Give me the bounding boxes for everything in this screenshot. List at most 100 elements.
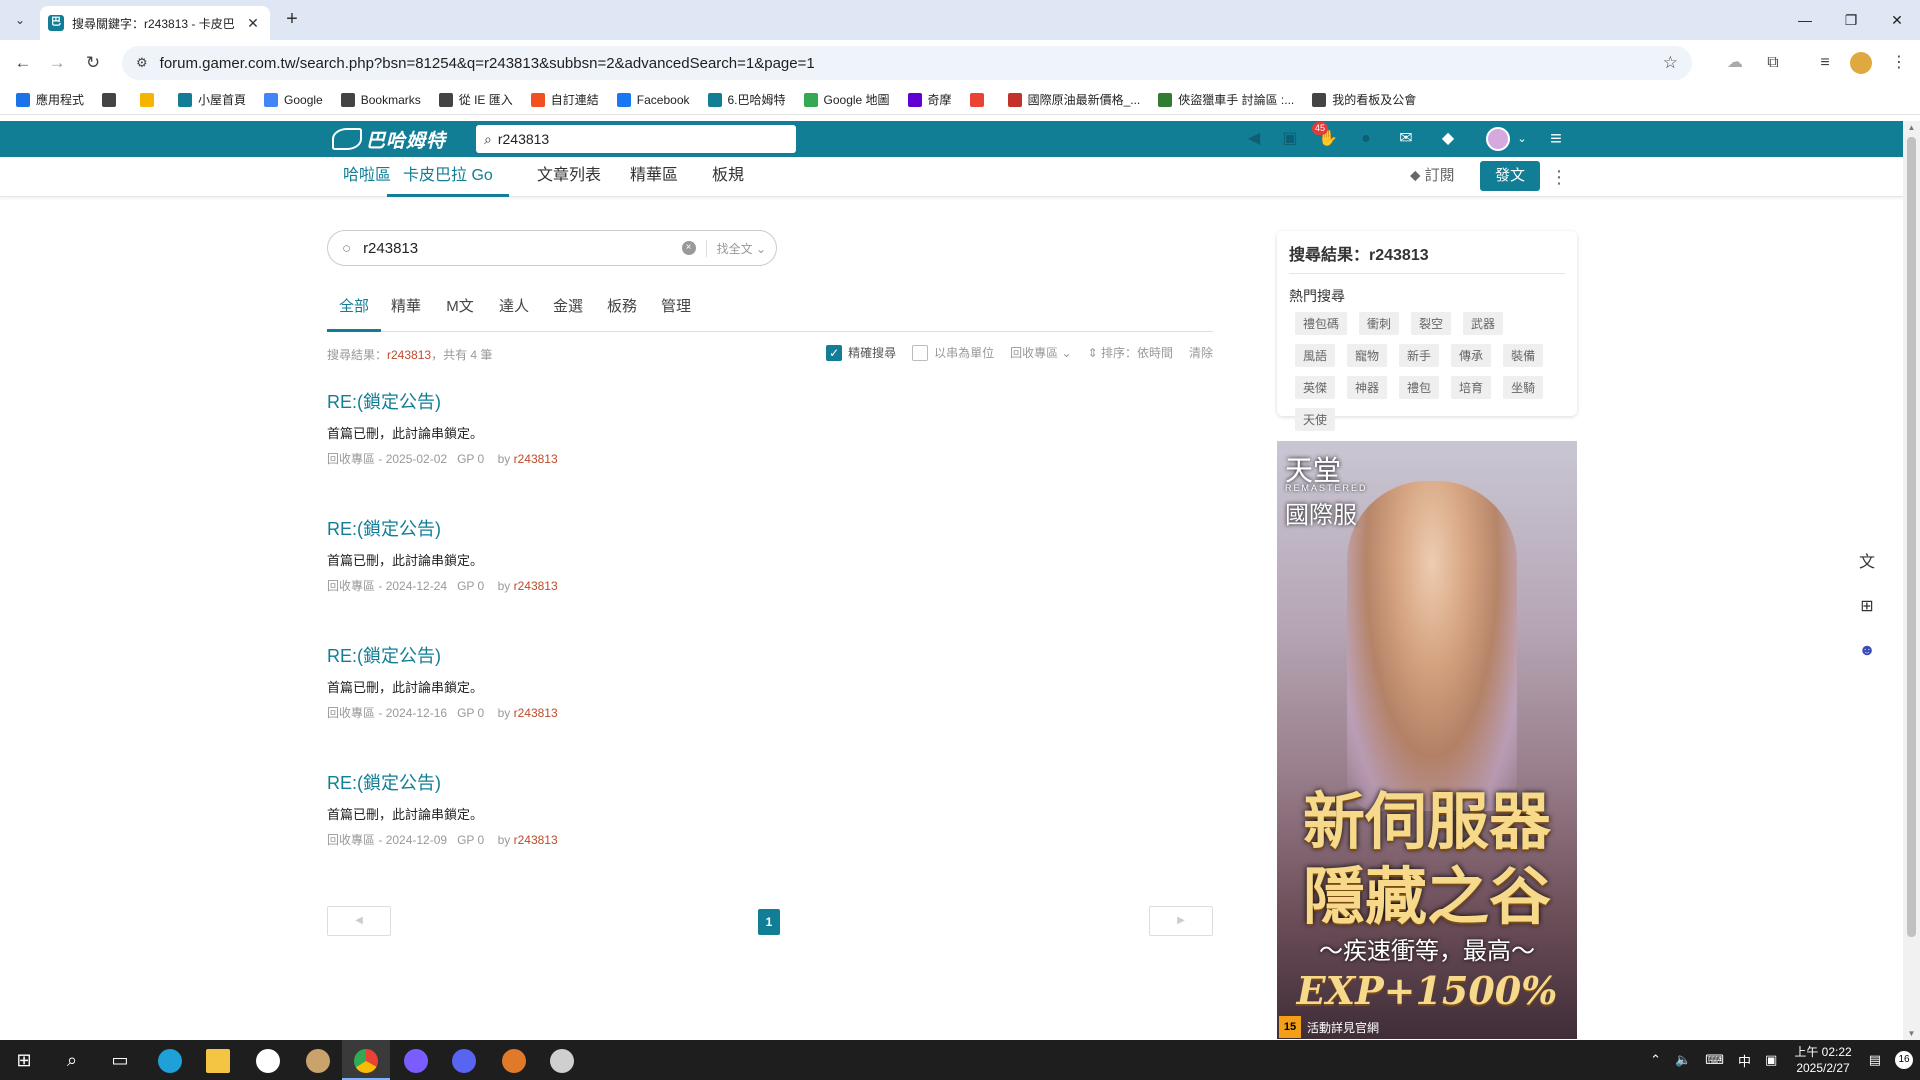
- scroll-up-icon[interactable]: ▲: [1906, 123, 1917, 132]
- scroll-thumb[interactable]: [1907, 137, 1916, 937]
- browser-tab-active[interactable]: 巴 搜尋關鍵字：r243813 - 卡皮巴 ✕: [40, 6, 270, 40]
- hot-search-tag[interactable]: 裝備: [1503, 344, 1544, 367]
- bookmark-item[interactable]: 國際原油最新價格_...: [1007, 91, 1140, 108]
- hot-search-tag[interactable]: 禮包: [1399, 376, 1440, 399]
- bookmark-item[interactable]: Google 地圖: [803, 91, 890, 108]
- tab-golden[interactable]: 金選: [547, 290, 589, 332]
- bookmark-item[interactable]: 小屋首頁: [178, 91, 246, 108]
- subnav-featured[interactable]: 精華區: [630, 157, 678, 197]
- messenger-icon[interactable]: [392, 1040, 440, 1080]
- media-control-icon[interactable]: ≡: [1812, 50, 1838, 76]
- user-avatar[interactable]: [1486, 127, 1510, 151]
- profile-avatar[interactable]: [1850, 52, 1872, 74]
- result-title-link[interactable]: RE:(鎖定公告): [327, 642, 1213, 668]
- rss-icon[interactable]: ▣: [1278, 128, 1302, 150]
- result-author-link[interactable]: r243813: [514, 833, 558, 847]
- hot-search-tag[interactable]: 傳承: [1451, 344, 1492, 367]
- mail-icon[interactable]: ✉: [1394, 128, 1418, 150]
- ime-indicator[interactable]: 中: [1738, 1051, 1751, 1070]
- bookmark-item[interactable]: 奇摩: [907, 91, 952, 108]
- subnav-rules[interactable]: 板規: [712, 157, 744, 197]
- tray-chevron-up-icon[interactable]: ⌃: [1650, 1052, 1661, 1068]
- clear-search-icon[interactable]: ×: [681, 241, 696, 255]
- tab-close-icon[interactable]: ✕: [244, 15, 262, 32]
- result-author-link[interactable]: r243813: [514, 452, 558, 466]
- action-center-icon[interactable]: ▤: [1869, 1052, 1881, 1068]
- result-title-link[interactable]: RE:(鎖定公告): [327, 515, 1213, 541]
- hot-search-tag[interactable]: 寵物: [1347, 344, 1388, 367]
- forward-icon[interactable]: →: [44, 50, 70, 76]
- bookmark-item[interactable]: Google: [264, 92, 323, 107]
- result-board[interactable]: 回收專區: [327, 706, 375, 720]
- apps-icon[interactable]: ⊞: [1852, 592, 1882, 622]
- extensions-puzzle-icon[interactable]: ⧉: [1760, 50, 1786, 76]
- restore-icon[interactable]: ❐: [1828, 0, 1874, 40]
- hot-search-tag[interactable]: 風語: [1295, 344, 1336, 367]
- tab-experts[interactable]: 達人: [493, 290, 535, 332]
- bookmark-item[interactable]: Facebook: [616, 92, 690, 107]
- address-bar[interactable]: ⚙ forum.gamer.com.tw/search.php?bsn=8125…: [122, 46, 1692, 80]
- keyboard-icon[interactable]: ⌨: [1705, 1052, 1724, 1068]
- bookmark-item[interactable]: [969, 92, 990, 107]
- more-options-icon[interactable]: ⋮: [1550, 163, 1568, 191]
- result-title-link[interactable]: RE:(鎖定公告): [327, 769, 1213, 795]
- discord-icon[interactable]: [440, 1040, 488, 1080]
- site-search-value[interactable]: r243813: [498, 131, 549, 147]
- game-app-2-icon[interactable]: [490, 1040, 538, 1080]
- exact-search-checkbox[interactable]: ✓: [826, 344, 843, 361]
- minimize-icon[interactable]: —: [1782, 0, 1828, 40]
- tab-m-articles[interactable]: M文: [439, 290, 481, 332]
- assistant-face-icon[interactable]: ☻: [1852, 636, 1882, 666]
- board-filter-select[interactable]: 回收專區 ⌄: [1010, 344, 1071, 361]
- hot-search-tag[interactable]: 英傑: [1295, 376, 1336, 399]
- tab-board-affairs[interactable]: 板務: [601, 290, 643, 332]
- chat-bubble-icon[interactable]: ●: [1354, 128, 1378, 150]
- result-author-link[interactable]: r243813: [514, 579, 558, 593]
- tab-manage[interactable]: 管理: [655, 290, 697, 332]
- edge-icon[interactable]: [146, 1040, 194, 1080]
- scroll-down-icon[interactable]: ▼: [1906, 1029, 1917, 1038]
- chrome-icon[interactable]: [342, 1040, 390, 1080]
- new-tab-button[interactable]: +: [280, 8, 304, 32]
- result-board[interactable]: 回收專區: [327, 579, 375, 593]
- result-author-link[interactable]: r243813: [514, 706, 558, 720]
- bookmark-item[interactable]: [140, 92, 160, 107]
- bookmark-item[interactable]: [102, 92, 122, 107]
- chrome-menu-icon[interactable]: ⋮: [1886, 50, 1912, 76]
- search-input[interactable]: ○ r243813 × 找全文 ⌄: [327, 230, 777, 266]
- search-query[interactable]: r243813: [363, 240, 682, 257]
- clear-options-link[interactable]: 清除: [1189, 344, 1213, 361]
- hot-search-tag[interactable]: 培育: [1451, 376, 1492, 399]
- hot-search-tag[interactable]: 坐騎: [1503, 376, 1544, 399]
- sort-select[interactable]: ⇕ 排序：依時間: [1088, 344, 1173, 361]
- page-scrollbar[interactable]: ▲ ▼: [1903, 121, 1920, 1040]
- start-windows-icon[interactable]: ⊞: [0, 1040, 48, 1080]
- hot-search-tag[interactable]: 神器: [1347, 376, 1388, 399]
- page-number-current[interactable]: 1: [758, 909, 780, 935]
- url-text[interactable]: forum.gamer.com.tw/search.php?bsn=81254&…: [160, 55, 1663, 72]
- post-button[interactable]: 發文: [1480, 161, 1540, 191]
- app-dots-icon[interactable]: [244, 1040, 292, 1080]
- tab-search-chevron-icon[interactable]: ⌄: [8, 8, 32, 32]
- tab-featured[interactable]: 精華: [385, 290, 427, 332]
- bookmark-item[interactable]: 自訂連結: [530, 91, 599, 108]
- by-thread-checkbox[interactable]: [912, 344, 929, 361]
- hot-search-tag[interactable]: 武器: [1463, 312, 1504, 335]
- hot-search-tag[interactable]: 天使: [1295, 408, 1336, 431]
- subnav-board-active[interactable]: 卡皮巴拉 Go: [387, 157, 509, 197]
- hot-search-tag[interactable]: 新手: [1399, 344, 1440, 367]
- game-app-icon[interactable]: [294, 1040, 342, 1080]
- site-search-input[interactable]: ⌕ r243813: [476, 125, 796, 153]
- hamburger-menu-icon[interactable]: ≡: [1544, 128, 1568, 150]
- bookmark-star-icon[interactable]: ☆: [1663, 53, 1678, 73]
- file-explorer-icon[interactable]: [194, 1040, 242, 1080]
- back-icon[interactable]: ←: [10, 50, 36, 76]
- close-window-icon[interactable]: ✕: [1874, 0, 1920, 40]
- bookmark-item[interactable]: 俠盜獵車手 討論區 :...: [1158, 91, 1294, 108]
- hot-search-tag[interactable]: 衝刺: [1359, 312, 1400, 335]
- prev-page-button[interactable]: ◀: [327, 906, 391, 936]
- ad-banner[interactable]: 天堂 REMASTERED 國際服 新伺服器 隱藏之谷 ～疾速衝等，最高～ EX…: [1277, 441, 1577, 1039]
- result-board[interactable]: 回收專區: [327, 452, 375, 466]
- bookmark-item[interactable]: Bookmarks: [340, 92, 421, 107]
- tag-icon[interactable]: ◆: [1436, 128, 1460, 150]
